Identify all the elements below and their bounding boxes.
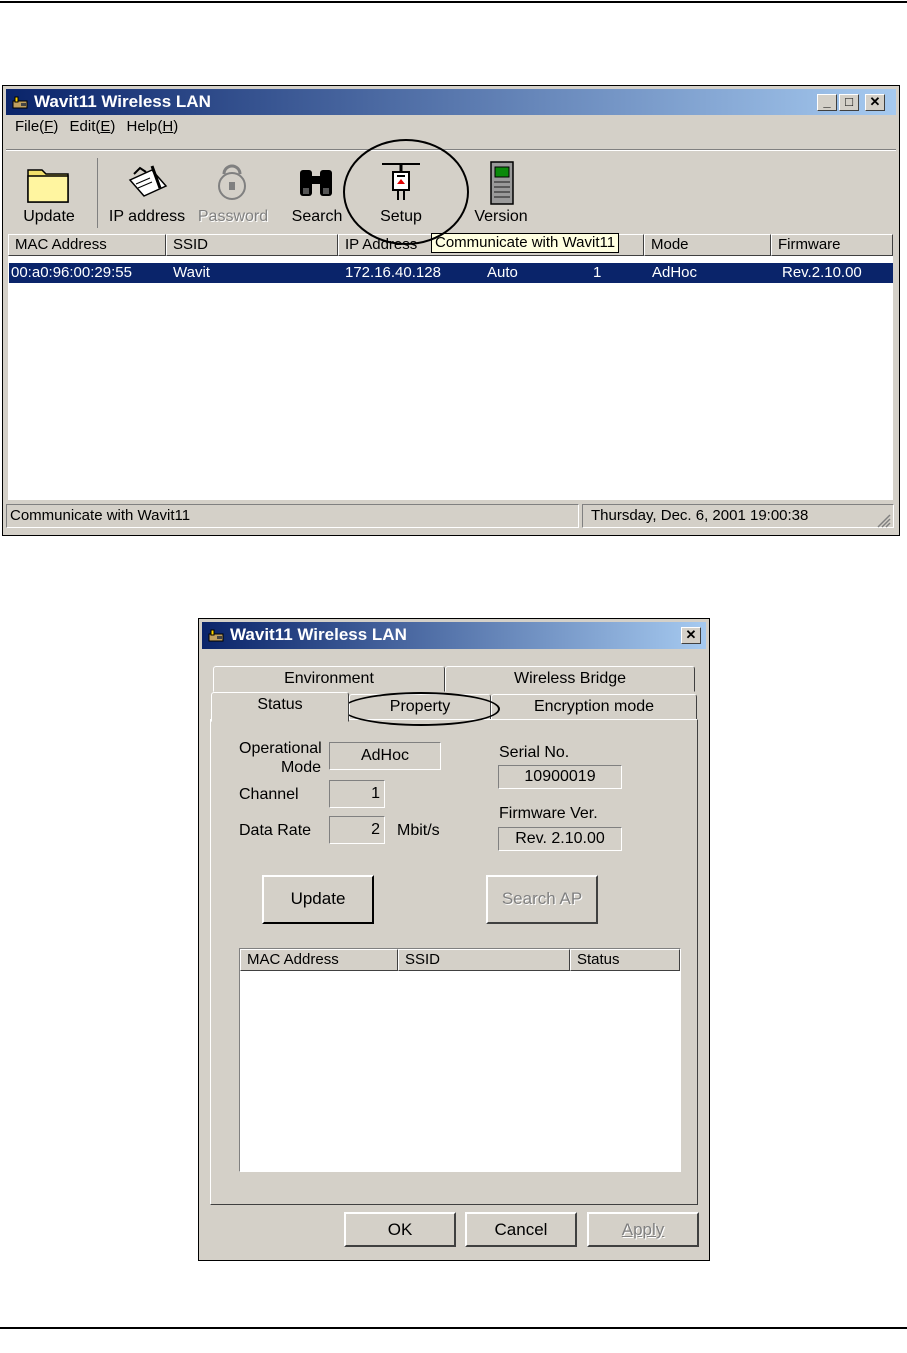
- device-list[interactable]: [8, 256, 893, 500]
- menu-bar: File(F) Edit(E) Help(H): [6, 118, 183, 140]
- update-toolbar-label: Update: [23, 208, 75, 225]
- col-ssid[interactable]: SSID: [166, 234, 338, 256]
- ip-address-toolbar-label: IP address: [108, 208, 186, 225]
- setup-highlight-oval: [343, 139, 469, 245]
- data-rate-unit: Mbit/s: [397, 822, 440, 839]
- update-button[interactable]: Update: [262, 875, 374, 924]
- main-window: Wavit11 Wireless LAN _ □ ✕ File(F) Edit(…: [2, 85, 900, 536]
- resize-grip-icon[interactable]: [877, 514, 891, 528]
- tab-status[interactable]: Status: [211, 692, 349, 722]
- version-toolbar-label: Version: [474, 208, 528, 225]
- dialog-window: Wavit11 Wireless LAN ✕ Environment Wirel…: [198, 618, 710, 1261]
- dialog-title-bar[interactable]: Wavit11 Wireless LAN ✕: [202, 622, 706, 649]
- channel-value: 1: [329, 780, 385, 808]
- version-toolbar-button[interactable]: Version: [467, 160, 535, 226]
- row-mac: 00:a0:96:00:29:55: [11, 264, 132, 281]
- operational-label-line2: Mode: [280, 759, 321, 776]
- app-icon: [12, 96, 28, 109]
- close-icon: ✕: [869, 94, 881, 109]
- ip-address-toolbar-button[interactable]: IP address: [105, 160, 189, 226]
- setup-tooltip: Communicate with Wavit11: [431, 233, 620, 253]
- row-auto: Auto: [487, 264, 518, 281]
- col-mode[interactable]: Mode: [644, 234, 771, 256]
- dialog-close-button[interactable]: ✕: [681, 627, 701, 644]
- menu-file[interactable]: File(F): [15, 118, 58, 135]
- cancel-button[interactable]: Cancel: [465, 1212, 577, 1247]
- apply-button[interactable]: Apply: [587, 1212, 699, 1247]
- binoculars-icon: [300, 170, 332, 196]
- notepad-icon: [128, 165, 168, 197]
- data-rate-value: 2: [329, 816, 385, 844]
- row-mode: AdHoc: [652, 264, 698, 281]
- row-channel: 1: [593, 264, 602, 281]
- password-toolbar-button[interactable]: Password: [195, 160, 271, 226]
- bottom-rule: [0, 1327, 907, 1329]
- status-message: Communicate with Wavit11: [6, 504, 579, 528]
- col-mac-address[interactable]: MAC Address: [8, 234, 166, 256]
- operational-mode-label: Operational Mode: [239, 739, 322, 777]
- operational-mode-value: AdHoc: [329, 742, 441, 770]
- ok-button[interactable]: OK: [344, 1212, 456, 1247]
- property-highlight-oval: [342, 692, 500, 726]
- channel-label: Channel: [239, 786, 299, 803]
- firmware-ver-value: Rev. 2.10.00: [498, 827, 622, 851]
- col-firmware[interactable]: Firmware: [771, 234, 893, 256]
- serial-no-label: Serial No.: [499, 744, 570, 761]
- close-icon: ✕: [685, 627, 697, 642]
- ap-list[interactable]: MAC Address SSID Status: [239, 948, 681, 1172]
- device-row[interactable]: 00:a0:96:00:29:55 Wavit 172.16.40.128 Au…: [9, 263, 893, 283]
- maximize-icon: □: [845, 94, 853, 109]
- search-toolbar-button[interactable]: Search: [287, 160, 347, 226]
- tab-wireless-bridge[interactable]: Wireless Bridge: [445, 666, 695, 692]
- status-datetime: Thursday, Dec. 6, 2001 19:00:38: [582, 504, 894, 528]
- padlock-icon: [218, 164, 246, 200]
- minimize-icon: _: [823, 94, 831, 109]
- folder-icon: [27, 169, 69, 203]
- toolbar-divider: [97, 158, 98, 228]
- search-toolbar-label: Search: [291, 208, 343, 225]
- firmware-ver-label: Firmware Ver.: [499, 805, 598, 822]
- maximize-button[interactable]: □: [839, 94, 859, 111]
- menu-edit[interactable]: Edit(E): [70, 118, 116, 135]
- apply-label: Apply: [621, 1220, 665, 1239]
- toolbar-separator-top-hl: [6, 150, 896, 151]
- tab-encryption-mode[interactable]: Encryption mode: [491, 694, 697, 720]
- data-rate-label: Data Rate: [239, 822, 312, 839]
- row-firmware: Rev.2.10.00: [782, 264, 862, 281]
- ap-col-mac-address[interactable]: MAC Address: [240, 949, 398, 971]
- ap-col-status[interactable]: Status: [570, 949, 680, 971]
- password-toolbar-label: Password: [197, 208, 269, 225]
- menu-help[interactable]: Help(H): [127, 118, 179, 135]
- row-ssid: Wavit: [173, 264, 210, 281]
- update-toolbar-button[interactable]: Update: [17, 160, 81, 226]
- minimize-button[interactable]: _: [817, 94, 837, 111]
- dialog-title: Wavit11 Wireless LAN: [230, 625, 407, 644]
- app-icon: [208, 629, 224, 642]
- main-title: Wavit11 Wireless LAN: [34, 92, 211, 111]
- main-title-bar[interactable]: Wavit11 Wireless LAN _ □ ✕: [6, 89, 896, 115]
- operational-label-line1: Operational: [239, 740, 322, 757]
- close-button[interactable]: ✕: [865, 94, 885, 111]
- row-ip: 172.16.40.128: [345, 264, 441, 281]
- circuit-icon: [490, 161, 514, 205]
- ap-col-ssid[interactable]: SSID: [398, 949, 570, 971]
- serial-no-value: 10900019: [498, 765, 622, 789]
- top-rule: [0, 1, 907, 3]
- tab-environment[interactable]: Environment: [213, 666, 445, 692]
- search-ap-button[interactable]: Search AP: [486, 875, 598, 924]
